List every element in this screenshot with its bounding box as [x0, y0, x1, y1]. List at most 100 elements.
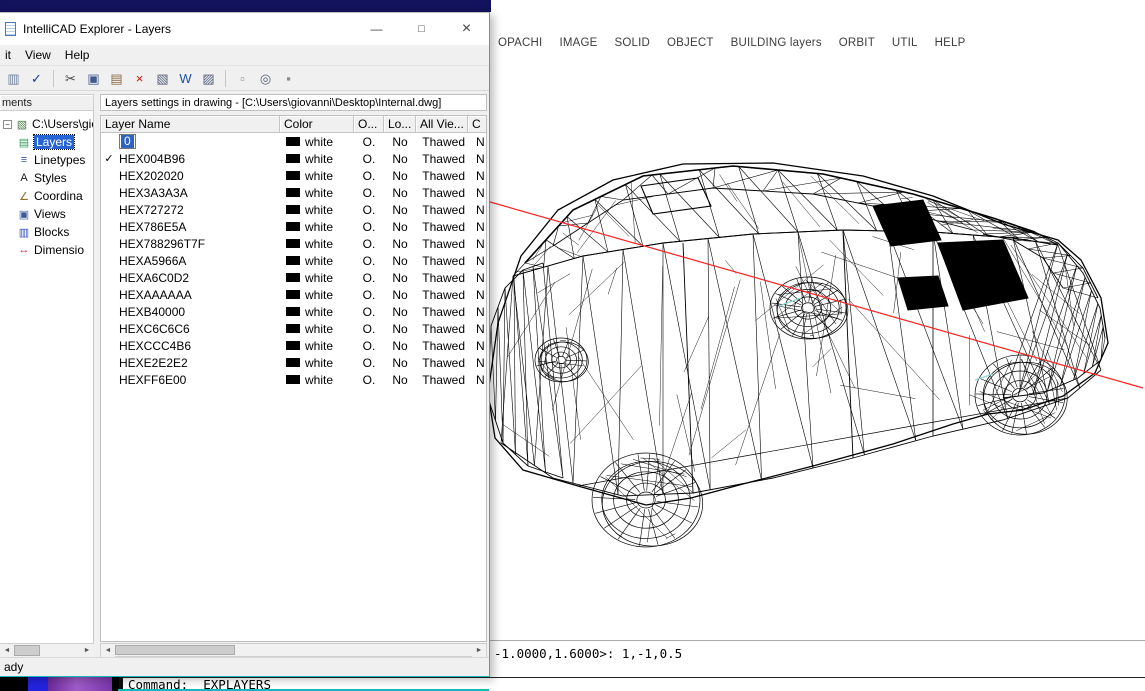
- layer-cvp-cell[interactable]: N: [468, 371, 486, 388]
- sidebar-item-dimensio[interactable]: ↔Dimensio: [0, 241, 93, 259]
- column-header-color[interactable]: Color: [280, 116, 354, 133]
- layer-lock-cell[interactable]: No: [384, 354, 416, 371]
- layer-allviewports-cell[interactable]: Thawed: [416, 354, 468, 371]
- layer-on-cell[interactable]: O.: [354, 184, 384, 201]
- layer-name-editor[interactable]: 0: [119, 134, 136, 149]
- column-header-layer-name[interactable]: Layer Name: [101, 116, 280, 133]
- scroll-left-icon[interactable]: ◄: [101, 644, 115, 657]
- table-row[interactable]: HEXCCC4B6whiteO.NoThawedN: [101, 337, 486, 354]
- menu-opachi[interactable]: OPACHI: [498, 37, 542, 53]
- table-row[interactable]: HEXE2E2E2whiteO.NoThawedN: [101, 354, 486, 371]
- layer-lock-cell[interactable]: No: [384, 252, 416, 269]
- tree-root-item[interactable]: − ▧ C:\Users\gio: [0, 115, 93, 133]
- table-scrollbar-thumb[interactable]: [115, 645, 235, 655]
- taskbar-app-blue[interactable]: [28, 677, 48, 691]
- table-row[interactable]: HEXA5966AwhiteO.NoThawedN: [101, 252, 486, 269]
- layer-on-cell[interactable]: O.: [354, 218, 384, 235]
- layer-color-cell[interactable]: white: [280, 150, 354, 167]
- layer-allviewports-cell[interactable]: Thawed: [416, 218, 468, 235]
- sidebar-item-styles[interactable]: AStyles: [0, 169, 93, 187]
- toggle-panel-button[interactable]: ▥: [2, 67, 25, 89]
- layer-on-cell[interactable]: O.: [354, 235, 384, 252]
- layer-on-cell[interactable]: O.: [354, 269, 384, 286]
- layer-color-cell[interactable]: white: [280, 167, 354, 184]
- drawing-viewport[interactable]: [483, 148, 1145, 576]
- scroll-right-icon[interactable]: ►: [80, 644, 94, 657]
- layer-lock-cell[interactable]: No: [384, 167, 416, 184]
- column-header-c[interactable]: C: [468, 116, 486, 133]
- layer-color-cell[interactable]: white: [280, 133, 354, 150]
- sidebar-item-layers[interactable]: ▤Layers: [0, 133, 93, 151]
- layer-cvp-cell[interactable]: N: [468, 252, 486, 269]
- layer-lock-cell[interactable]: No: [384, 337, 416, 354]
- sidebar-item-views[interactable]: ▣Views: [0, 205, 93, 223]
- layer-on-cell[interactable]: O.: [354, 167, 384, 184]
- layer-cvp-cell[interactable]: N: [468, 354, 486, 371]
- new-item-button[interactable]: W: [174, 67, 197, 89]
- layer-on-cell[interactable]: O.: [354, 371, 384, 388]
- layer-color-cell[interactable]: white: [280, 354, 354, 371]
- layer-allviewports-cell[interactable]: Thawed: [416, 150, 468, 167]
- table-row[interactable]: 0whiteO.NoThawedN: [101, 133, 486, 150]
- collapse-icon[interactable]: −: [3, 120, 12, 129]
- layer-cvp-cell[interactable]: N: [468, 167, 486, 184]
- menu-orbit[interactable]: ORBIT: [839, 37, 875, 53]
- table-row[interactable]: ✓HEX004B96whiteO.NoThawedN: [101, 150, 486, 167]
- menu-help[interactable]: HELP: [935, 37, 966, 53]
- layer-cvp-cell[interactable]: N: [468, 320, 486, 337]
- layer-on-cell[interactable]: O.: [354, 201, 384, 218]
- layer-allviewports-cell[interactable]: Thawed: [416, 320, 468, 337]
- layer-color-cell[interactable]: white: [280, 320, 354, 337]
- layer-on-cell[interactable]: O.: [354, 303, 384, 320]
- layer-lock-cell[interactable]: No: [384, 286, 416, 303]
- layer-lock-cell[interactable]: No: [384, 150, 416, 167]
- delete-button[interactable]: ×: [128, 67, 151, 89]
- table-horizontal-scrollbar[interactable]: ◄ ►: [100, 643, 487, 657]
- layer-cvp-cell[interactable]: N: [468, 337, 486, 354]
- table-row[interactable]: HEX786E5AwhiteO.NoThawedN: [101, 218, 486, 235]
- layer-color-cell[interactable]: white: [280, 337, 354, 354]
- layer-color-cell[interactable]: white: [280, 371, 354, 388]
- layer-allviewports-cell[interactable]: Thawed: [416, 371, 468, 388]
- menu-object[interactable]: OBJECT: [667, 37, 714, 53]
- layer-allviewports-cell[interactable]: Thawed: [416, 184, 468, 201]
- maximize-button[interactable]: □: [399, 13, 444, 45]
- sidebar-item-coordina[interactable]: ∠Coordina: [0, 187, 93, 205]
- layer-cvp-cell[interactable]: N: [468, 218, 486, 235]
- tree-scrollbar-thumb[interactable]: [14, 645, 40, 656]
- layer-color-cell[interactable]: white: [280, 303, 354, 320]
- layer-allviewports-cell[interactable]: Thawed: [416, 133, 468, 150]
- layer-allviewports-cell[interactable]: Thawed: [416, 235, 468, 252]
- layer-lock-cell[interactable]: No: [384, 133, 416, 150]
- layer-lock-cell[interactable]: No: [384, 184, 416, 201]
- layer-lock-cell[interactable]: No: [384, 235, 416, 252]
- menu-view[interactable]: View: [25, 48, 51, 62]
- layer-lock-cell[interactable]: No: [384, 269, 416, 286]
- layer-cvp-cell[interactable]: N: [468, 303, 486, 320]
- layer-color-cell[interactable]: white: [280, 269, 354, 286]
- purge-button[interactable]: ▫: [231, 67, 254, 89]
- taskbar-app-purple[interactable]: [48, 677, 112, 691]
- menu-it[interactable]: it: [5, 48, 11, 62]
- properties-button[interactable]: ▧: [151, 67, 174, 89]
- lock-button[interactable]: ▪: [277, 67, 300, 89]
- layer-allviewports-cell[interactable]: Thawed: [416, 252, 468, 269]
- layer-lock-cell[interactable]: No: [384, 218, 416, 235]
- layer-lock-cell[interactable]: No: [384, 303, 416, 320]
- sidebar-item-blocks[interactable]: ▥Blocks: [0, 223, 93, 241]
- table-row[interactable]: HEX788296T7FwhiteO.NoThawedN: [101, 235, 486, 252]
- layer-on-cell[interactable]: O.: [354, 320, 384, 337]
- rename-button[interactable]: ▨: [197, 67, 220, 89]
- table-row[interactable]: HEX202020whiteO.NoThawedN: [101, 167, 486, 184]
- layer-on-cell[interactable]: O.: [354, 150, 384, 167]
- layer-color-cell[interactable]: white: [280, 218, 354, 235]
- copy-button[interactable]: ▣: [82, 67, 105, 89]
- layer-allviewports-cell[interactable]: Thawed: [416, 201, 468, 218]
- tree-horizontal-scrollbar[interactable]: ◄ ►: [0, 643, 94, 657]
- layer-cvp-cell[interactable]: N: [468, 150, 486, 167]
- layer-on-cell[interactable]: O.: [354, 286, 384, 303]
- menu-help[interactable]: Help: [65, 48, 90, 62]
- scroll-right-icon[interactable]: ►: [472, 644, 486, 657]
- menu-image[interactable]: IMAGE: [559, 37, 597, 53]
- layer-on-cell[interactable]: O.: [354, 354, 384, 371]
